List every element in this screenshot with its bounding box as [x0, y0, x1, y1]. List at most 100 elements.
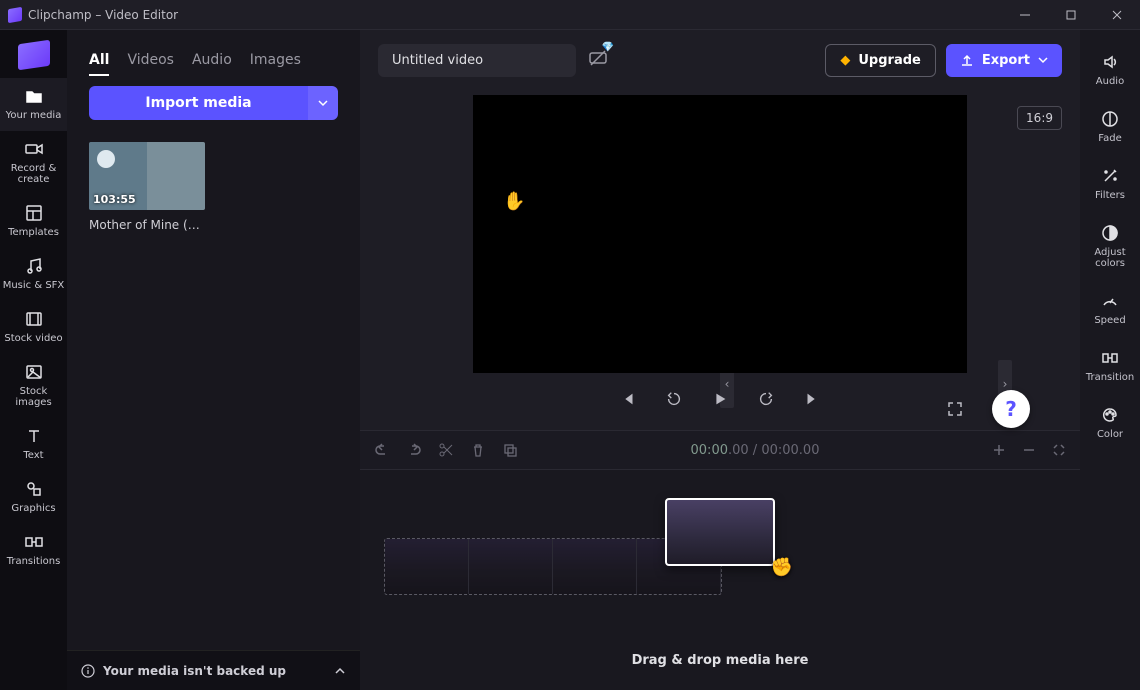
rail-label: Stock images — [2, 386, 65, 408]
zoom-in-button[interactable] — [992, 443, 1006, 457]
media-name: Mother of Mine (20... — [89, 218, 205, 232]
captions-button[interactable]: 💎 — [588, 48, 608, 72]
prop-fade[interactable]: Fade — [1080, 99, 1140, 156]
chevron-down-icon — [318, 98, 328, 108]
text-icon — [24, 426, 44, 446]
play-button[interactable] — [708, 387, 732, 411]
transition-icon — [24, 532, 44, 552]
step-forward-button[interactable] — [754, 387, 778, 411]
chevron-up-icon[interactable] — [334, 665, 346, 677]
backup-message: Your media isn't backed up — [103, 664, 286, 678]
window-title: Clipchamp – Video Editor — [28, 8, 178, 22]
media-duration: 103:55 — [93, 193, 136, 206]
prop-audio[interactable]: Audio — [1080, 42, 1140, 99]
left-nav-rail: Your media Record & create Templates Mus… — [0, 30, 67, 690]
speaker-icon — [1101, 53, 1119, 71]
rail-record-create[interactable]: Record & create — [0, 131, 67, 195]
tab-all[interactable]: All — [89, 52, 109, 76]
undo-button[interactable] — [374, 442, 390, 458]
media-thumbnail[interactable]: 103:55 — [89, 142, 205, 210]
pointer-cursor-icon: ✋ — [503, 191, 525, 212]
zoom-out-button[interactable] — [1022, 443, 1036, 457]
window-close-button[interactable] — [1094, 0, 1140, 30]
playback-controls — [616, 387, 824, 411]
rail-templates[interactable]: Templates — [0, 195, 67, 248]
upload-icon — [960, 53, 974, 67]
split-button[interactable] — [438, 442, 454, 458]
import-media-button[interactable]: Import media — [89, 86, 308, 120]
image-icon — [24, 362, 44, 382]
rail-label: Your media — [2, 110, 65, 121]
zoom-fit-button[interactable] — [1052, 443, 1066, 457]
backup-warning-bar[interactable]: Your media isn't backed up — [67, 650, 360, 690]
rail-transitions[interactable]: Transitions — [0, 524, 67, 577]
diamond-icon: ◆ — [840, 53, 850, 68]
prop-adjust-colors[interactable]: Adjust colors — [1080, 213, 1140, 281]
upgrade-button[interactable]: ◆ Upgrade — [825, 44, 935, 77]
diamond-badge-icon: 💎 — [602, 42, 614, 53]
media-tabs: All Videos Audio Images — [67, 30, 360, 86]
export-button[interactable]: Export — [946, 44, 1062, 77]
tab-videos[interactable]: Videos — [127, 52, 174, 76]
folder-icon — [24, 86, 44, 106]
rail-label: Record & create — [2, 163, 65, 185]
rail-text[interactable]: Text — [0, 418, 67, 471]
window-minimize-button[interactable] — [1002, 0, 1048, 30]
rail-label: Music & SFX — [2, 280, 65, 291]
media-item[interactable]: 103:55 Mother of Mine (20... — [89, 142, 205, 232]
rail-graphics[interactable]: Graphics — [0, 471, 67, 524]
shapes-icon — [24, 479, 44, 499]
skip-start-button[interactable] — [616, 387, 640, 411]
skip-end-button[interactable] — [800, 387, 824, 411]
prop-color[interactable]: Color — [1080, 395, 1140, 452]
prop-transition[interactable]: Transition — [1080, 338, 1140, 395]
import-media-dropdown[interactable] — [308, 86, 338, 120]
timeline-drop-hint: Drag & drop media here — [360, 653, 1080, 668]
window-maximize-button[interactable] — [1048, 0, 1094, 30]
delete-button[interactable] — [470, 442, 486, 458]
video-title-input[interactable] — [378, 44, 576, 77]
rail-label: Templates — [2, 227, 65, 238]
rail-label: Graphics — [2, 503, 65, 514]
rail-label: Text — [2, 450, 65, 461]
prop-speed[interactable]: Speed — [1080, 281, 1140, 338]
preview-canvas[interactable]: ✋ — [473, 95, 967, 373]
rail-stock-video[interactable]: Stock video — [0, 301, 67, 354]
rail-label: Transitions — [2, 556, 65, 567]
help-button[interactable]: ? — [992, 390, 1030, 428]
rail-music-sfx[interactable]: Music & SFX — [0, 248, 67, 301]
timeline-toolbar: 00:00.00 / 00:00.00 — [360, 430, 1080, 470]
templates-icon — [24, 203, 44, 223]
upgrade-label: Upgrade — [858, 53, 920, 68]
gauge-icon — [1101, 292, 1119, 310]
aspect-ratio-selector[interactable]: 16:9 — [1017, 106, 1062, 130]
rail-stock-images[interactable]: Stock images — [0, 354, 67, 418]
wand-icon — [1101, 167, 1119, 185]
rail-label: Stock video — [2, 333, 65, 344]
app-logo-icon — [8, 6, 22, 22]
fullscreen-button[interactable] — [946, 400, 964, 422]
grab-cursor-icon: ✊ — [771, 557, 793, 578]
contrast-icon — [1101, 224, 1119, 242]
chevron-down-icon — [1038, 55, 1048, 65]
camera-icon — [24, 139, 44, 159]
palette-icon — [1101, 406, 1119, 424]
media-panel: All Videos Audio Images Import media 103… — [67, 30, 360, 690]
redo-button[interactable] — [406, 442, 422, 458]
timeline[interactable]: ✊ Drag & drop media here — [360, 470, 1080, 690]
fade-icon — [1101, 110, 1119, 128]
step-back-button[interactable] — [662, 387, 686, 411]
music-icon — [24, 256, 44, 276]
clipchamp-logo-icon — [18, 40, 50, 70]
info-icon — [81, 664, 95, 678]
tab-audio[interactable]: Audio — [192, 52, 232, 76]
rail-your-media[interactable]: Your media — [0, 78, 67, 131]
tab-images[interactable]: Images — [250, 52, 301, 76]
timeline-timecode: 00:00.00 / 00:00.00 — [691, 443, 820, 458]
duplicate-button[interactable] — [502, 442, 518, 458]
export-label: Export — [982, 53, 1030, 68]
film-icon — [24, 309, 44, 329]
transition-icon — [1101, 349, 1119, 367]
prop-filters[interactable]: Filters — [1080, 156, 1140, 213]
dragging-clip[interactable]: ✊ — [665, 498, 775, 566]
